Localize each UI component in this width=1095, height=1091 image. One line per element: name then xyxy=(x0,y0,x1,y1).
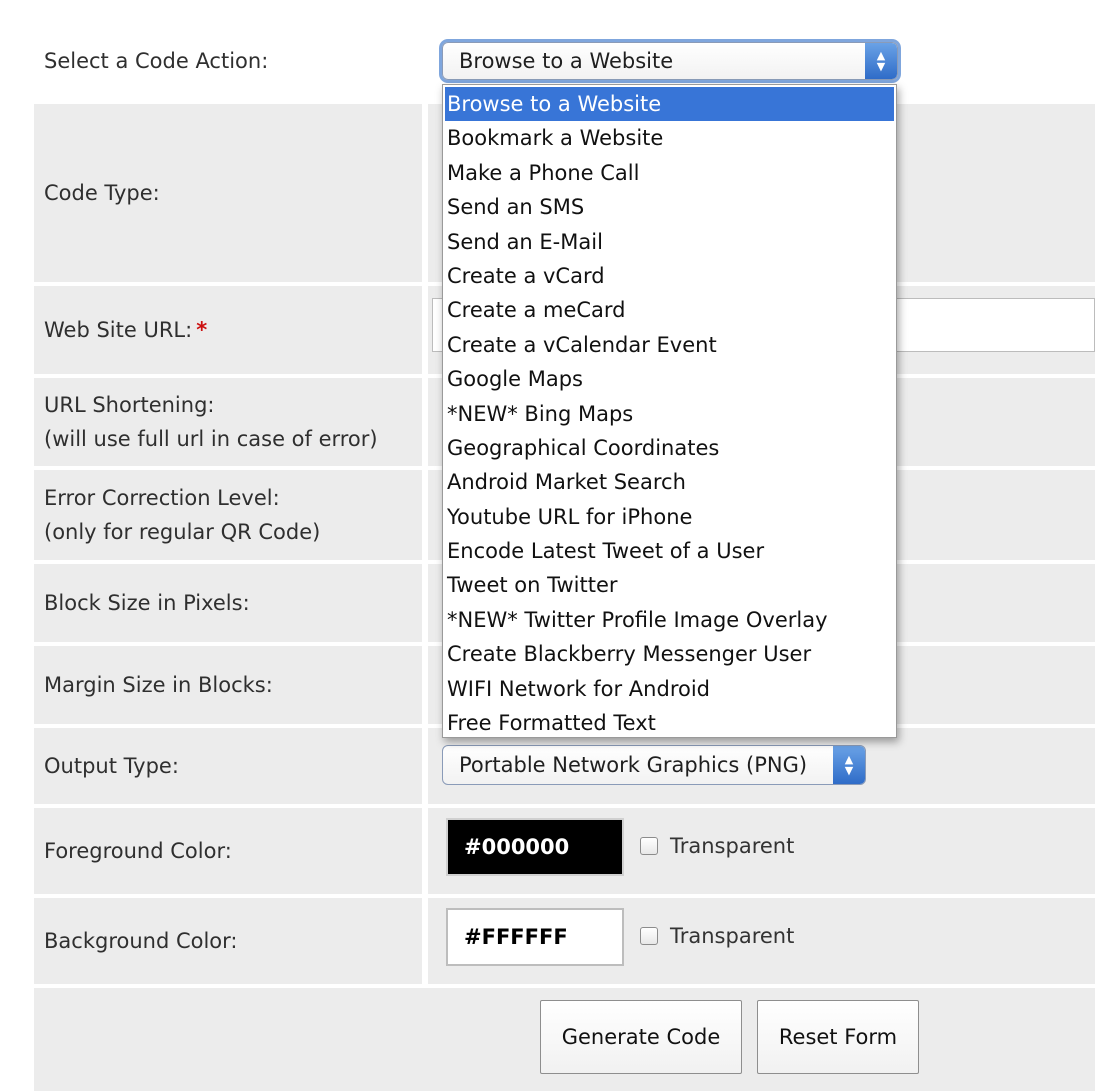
background-color-cell: #FFFFFF Transparent xyxy=(428,898,1095,984)
row-background-color: Background Color: #FFFFFF Transparent xyxy=(34,898,1095,984)
dropdown-option[interactable]: Create a vCalendar Event xyxy=(443,328,896,362)
select-arrows-icon: ▲ ▼ xyxy=(833,746,865,784)
qr-code-form-page: Select a Code Action: Code Type: Web Sit… xyxy=(0,0,1095,1091)
margin-size-label: Margin Size in Blocks: xyxy=(34,646,422,724)
dropdown-option[interactable]: Create a meCard xyxy=(443,293,896,327)
output-type-select[interactable]: Portable Network Graphics (PNG) ▲ ▼ xyxy=(442,745,866,785)
background-color-label: Background Color: xyxy=(34,898,422,984)
code-type-label: Code Type: xyxy=(34,104,422,282)
output-type-label: Output Type: xyxy=(34,728,422,804)
background-transparent-label: Transparent xyxy=(670,924,795,948)
dropdown-option[interactable]: Android Market Search xyxy=(443,465,896,499)
code-action-value: Browse to a Website xyxy=(459,49,674,73)
foreground-transparent-option[interactable]: Transparent xyxy=(640,834,794,858)
foreground-color-input[interactable]: #000000 xyxy=(446,818,624,876)
dropdown-option[interactable]: Tweet on Twitter xyxy=(443,568,896,602)
background-color-input[interactable]: #FFFFFF xyxy=(446,908,624,966)
error-correction-label-cell: Error Correction Level: (only for regula… xyxy=(34,470,422,560)
code-action-dropdown: Browse to a Website Bookmark a Website M… xyxy=(442,84,897,738)
dropdown-option[interactable]: Geographical Coordinates xyxy=(443,431,896,465)
website-url-label: Web Site URL: xyxy=(44,318,193,342)
dropdown-option[interactable]: Browse to a Website xyxy=(445,87,894,122)
required-marker: * xyxy=(196,318,208,342)
row-foreground-color: Foreground Color: #000000 Transparent xyxy=(34,808,1095,894)
generate-code-button[interactable]: Generate Code xyxy=(540,1000,742,1074)
background-transparent-checkbox[interactable] xyxy=(640,927,658,945)
dropdown-option[interactable]: *NEW* Bing Maps xyxy=(443,397,896,431)
dropdown-option[interactable]: Create Blackberry Messenger User xyxy=(443,637,896,671)
dropdown-option[interactable]: Send an SMS xyxy=(443,190,896,224)
dropdown-option[interactable]: Free Formatted Text xyxy=(443,706,896,740)
block-size-label: Block Size in Pixels: xyxy=(34,564,422,642)
code-action-label: Select a Code Action: xyxy=(34,20,422,102)
dropdown-option[interactable]: Youtube URL for iPhone xyxy=(443,500,896,534)
dropdown-option[interactable]: Make a Phone Call xyxy=(443,156,896,190)
dropdown-option[interactable]: Google Maps xyxy=(443,362,896,396)
reset-form-button[interactable]: Reset Form xyxy=(757,1000,919,1074)
url-shortening-label-cell: URL Shortening: (will use full url in ca… xyxy=(34,378,422,466)
dropdown-option[interactable]: Send an E-Mail xyxy=(443,225,896,259)
dropdown-option[interactable]: Bookmark a Website xyxy=(443,121,896,155)
output-type-value: Portable Network Graphics (PNG) xyxy=(459,753,808,777)
url-shortening-label: URL Shortening: xyxy=(44,393,215,417)
select-arrows-icon: ▲ ▼ xyxy=(865,43,897,79)
dropdown-option[interactable]: *NEW* Twitter Profile Image Overlay xyxy=(443,603,896,637)
error-correction-label: Error Correction Level: xyxy=(44,486,280,510)
dropdown-option[interactable]: Create a vCard xyxy=(443,259,896,293)
url-shortening-hint: (will use full url in case of error) xyxy=(44,427,378,451)
code-action-select[interactable]: Browse to a Website ▲ ▼ xyxy=(442,42,898,80)
dropdown-option[interactable]: WIFI Network for Android xyxy=(443,672,896,706)
background-transparent-option[interactable]: Transparent xyxy=(640,924,794,948)
website-url-label-cell: Web Site URL: * xyxy=(34,286,422,374)
foreground-color-label: Foreground Color: xyxy=(34,808,422,894)
foreground-transparent-label: Transparent xyxy=(670,834,795,858)
error-correction-hint: (only for regular QR Code) xyxy=(44,520,321,544)
foreground-color-cell: #000000 Transparent xyxy=(428,808,1095,894)
dropdown-option[interactable]: Encode Latest Tweet of a User xyxy=(443,534,896,568)
foreground-transparent-checkbox[interactable] xyxy=(640,837,658,855)
